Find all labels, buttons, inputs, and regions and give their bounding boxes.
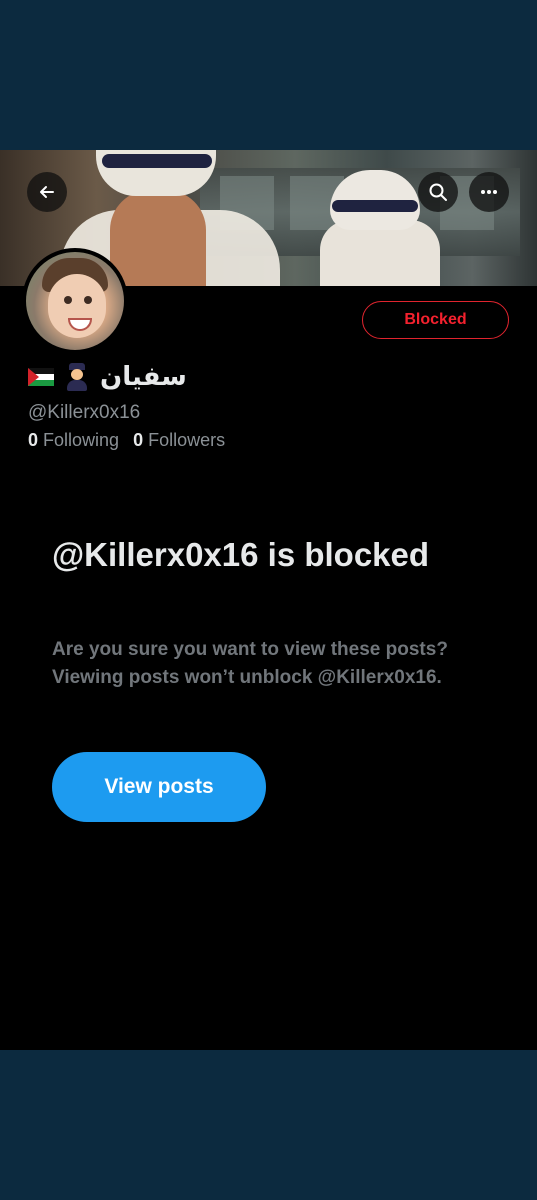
avatar-eye xyxy=(64,296,72,304)
search-icon xyxy=(429,183,447,201)
followers-link[interactable]: 0 Followers xyxy=(133,430,225,451)
followers-count: 0 xyxy=(133,430,144,450)
display-name-row: سفيان xyxy=(28,362,187,392)
banner-figure xyxy=(332,200,418,212)
following-label: Following xyxy=(43,430,120,450)
more-button[interactable] xyxy=(469,172,509,212)
avatar[interactable] xyxy=(22,248,128,354)
back-button[interactable] xyxy=(27,172,67,212)
more-horizontal-icon xyxy=(481,190,497,194)
palestine-flag-icon xyxy=(28,368,54,386)
profile-screen: Blocked سفيان @Killerx0x16 0 Following 0… xyxy=(0,150,537,1050)
followers-label: Followers xyxy=(148,430,226,450)
view-posts-button[interactable]: View posts xyxy=(52,752,266,822)
display-name: سفيان xyxy=(100,362,187,392)
profile-handle: @Killerx0x16 xyxy=(28,402,141,423)
blocked-description: Are you sure you want to view these post… xyxy=(52,639,448,688)
banner-figure xyxy=(102,154,212,168)
blocked-title: @Killerx0x16 is blocked xyxy=(52,536,430,573)
avatar-eye xyxy=(84,296,92,304)
person-emoji-icon xyxy=(64,363,90,391)
following-count: 0 xyxy=(28,430,39,450)
following-link[interactable]: 0 Following xyxy=(28,430,119,451)
arrow-left-icon xyxy=(40,186,54,198)
follow-stats: 0 Following 0 Followers xyxy=(28,430,225,451)
search-button[interactable] xyxy=(418,172,458,212)
banner-figure xyxy=(110,190,206,286)
blocked-button[interactable]: Blocked xyxy=(362,301,509,339)
